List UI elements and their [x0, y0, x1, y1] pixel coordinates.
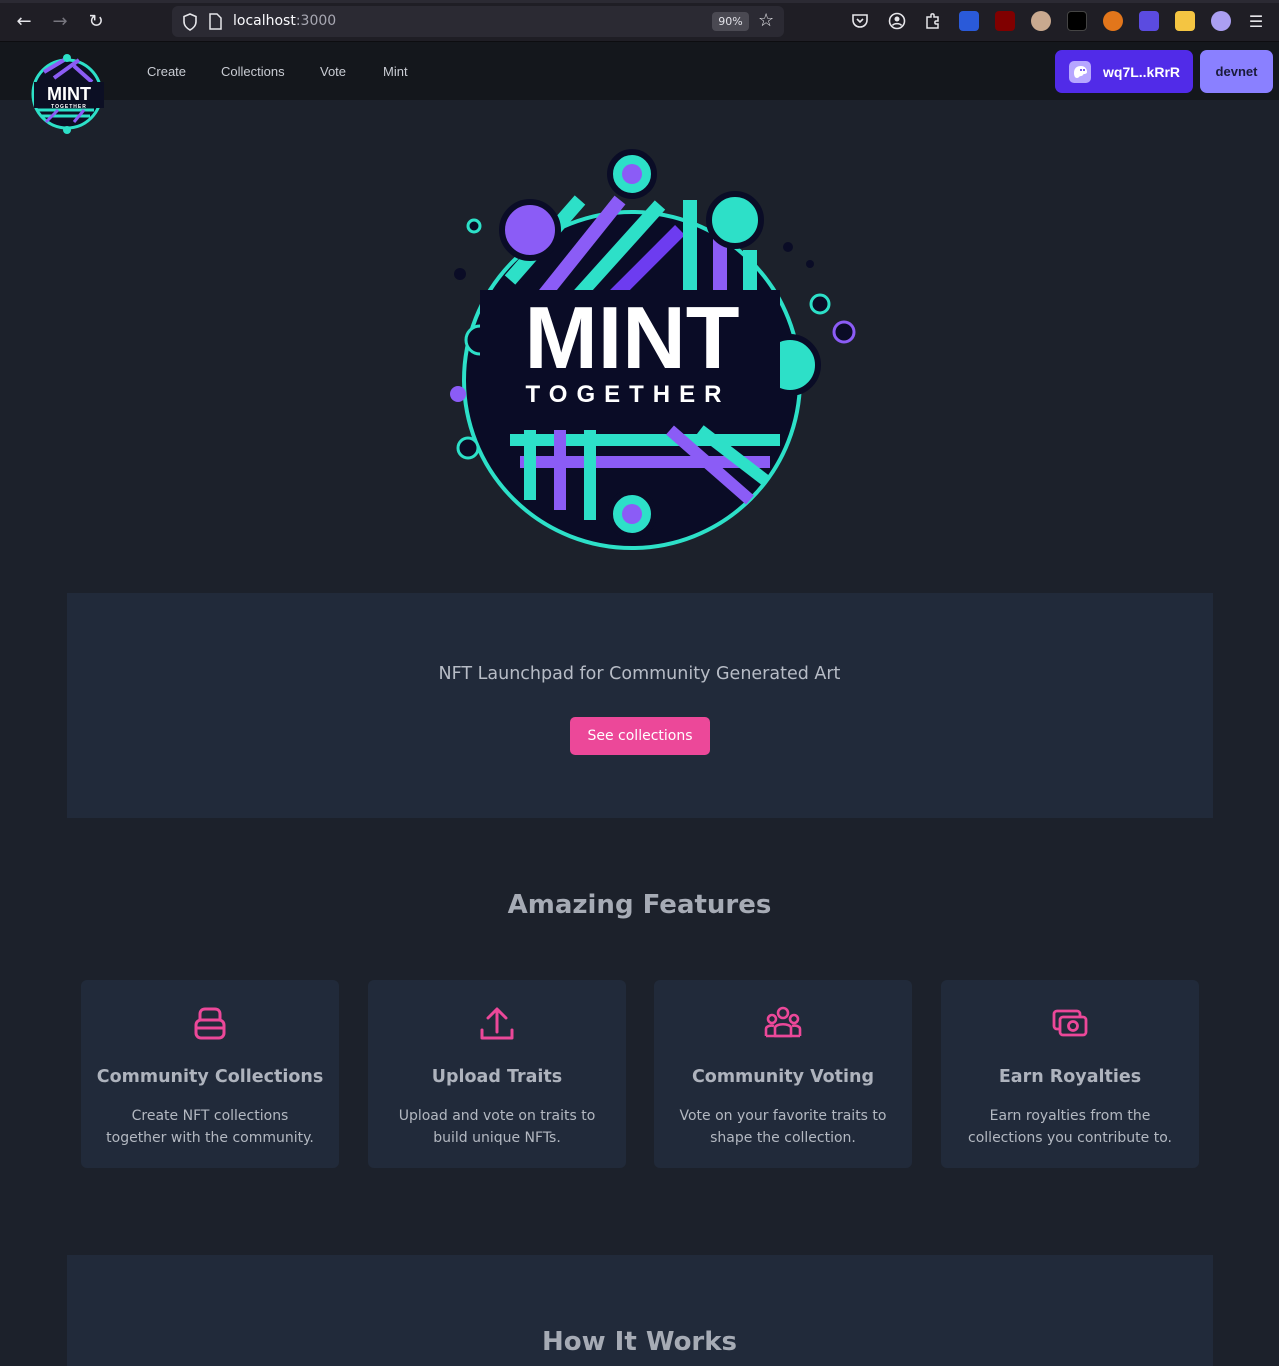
nav-collections[interactable]: Collections	[221, 64, 285, 80]
see-collections-button[interactable]: See collections	[570, 717, 710, 755]
mint-together-logo-large: MINT TOGETHER	[450, 149, 856, 550]
features-title: Amazing Features	[507, 890, 772, 920]
feature-description: Create NFT collections together with the…	[106, 1108, 314, 1146]
pocket-icon[interactable]	[850, 11, 870, 31]
nav-mint[interactable]: Mint	[383, 64, 408, 80]
logo-large-line2: TOGETHER	[526, 381, 731, 408]
page-icon	[209, 13, 222, 30]
extensions-puzzle-icon[interactable]	[923, 11, 943, 31]
anchor-wallet-icon[interactable]	[1139, 11, 1159, 31]
browser-toolbar: ← → ↻ localhost:3000 90% ☆ ☰	[0, 0, 1279, 42]
feature-title: Community Voting	[691, 1067, 875, 1087]
reload-icon[interactable]: ↻	[85, 11, 107, 33]
bitwarden-icon[interactable]	[959, 11, 979, 31]
address-bar[interactable]: localhost:3000 90% ☆	[172, 6, 784, 37]
feature-title: Community Collections	[96, 1067, 324, 1087]
video-play-icon[interactable]	[1067, 11, 1087, 31]
forward-icon[interactable]: →	[49, 11, 71, 33]
feature-card-community-voting: Community Voting Vote on your favorite t…	[654, 980, 912, 1168]
account-icon[interactable]	[887, 11, 907, 31]
feature-description: Upload and vote on traits to build uniqu…	[398, 1108, 596, 1146]
bookmark-star-icon[interactable]: ☆	[758, 10, 774, 31]
upload-icon	[480, 1007, 514, 1040]
feature-card-earn-royalties: Earn Royalties Earn royalties from the c…	[941, 980, 1199, 1168]
back-icon[interactable]: ←	[13, 11, 35, 33]
network-button[interactable]: devnet	[1200, 50, 1273, 93]
user-group-icon	[764, 1006, 802, 1038]
ublock-icon[interactable]	[995, 11, 1015, 31]
url-port: :3000	[295, 13, 337, 29]
metamask-icon[interactable]	[1103, 11, 1123, 31]
shield-icon[interactable]	[182, 13, 198, 31]
feature-card-community-collections: Community Collections Create NFT collect…	[81, 980, 339, 1168]
solflare-icon[interactable]	[1175, 11, 1195, 31]
hero-tagline: NFT Launchpad for Community Generated Ar…	[438, 664, 841, 684]
url-text[interactable]: localhost:3000	[233, 13, 336, 29]
browser-top-edge	[0, 0, 1279, 3]
feature-card-upload-traits: Upload Traits Upload and vote on traits …	[368, 980, 626, 1168]
hero-panel	[67, 593, 1213, 818]
wallet-button[interactable]: wq7L..kRrR	[1055, 50, 1193, 93]
money-icon	[1052, 1009, 1088, 1037]
feature-title: Earn Royalties	[998, 1067, 1142, 1087]
box-icon	[194, 1007, 226, 1040]
privacy-badger-icon[interactable]	[1031, 11, 1051, 31]
hamburger-menu-icon[interactable]: ☰	[1245, 11, 1267, 33]
zoom-level[interactable]: 90%	[712, 12, 749, 31]
phantom-icon[interactable]	[1211, 11, 1231, 31]
logo-small-line2: TOGETHER	[51, 104, 87, 110]
feature-description: Vote on your favorite traits to shape th…	[679, 1108, 887, 1146]
phantom-ghost-icon	[1069, 60, 1091, 83]
logo-large-line1: MINT	[524, 288, 739, 387]
mint-together-logo-small[interactable]: MINT TOGETHER	[24, 52, 112, 134]
feature-description: Earn royalties from the collections you …	[968, 1108, 1172, 1146]
how-it-works-title: How It Works	[541, 1327, 738, 1357]
nav-vote[interactable]: Vote	[320, 64, 346, 80]
nav-create[interactable]: Create	[147, 64, 186, 80]
wallet-address: wq7L..kRrR	[1103, 63, 1181, 80]
url-host: localhost	[233, 13, 296, 29]
logo-small-line1: MINT	[47, 84, 91, 104]
feature-title: Upload Traits	[431, 1067, 563, 1087]
